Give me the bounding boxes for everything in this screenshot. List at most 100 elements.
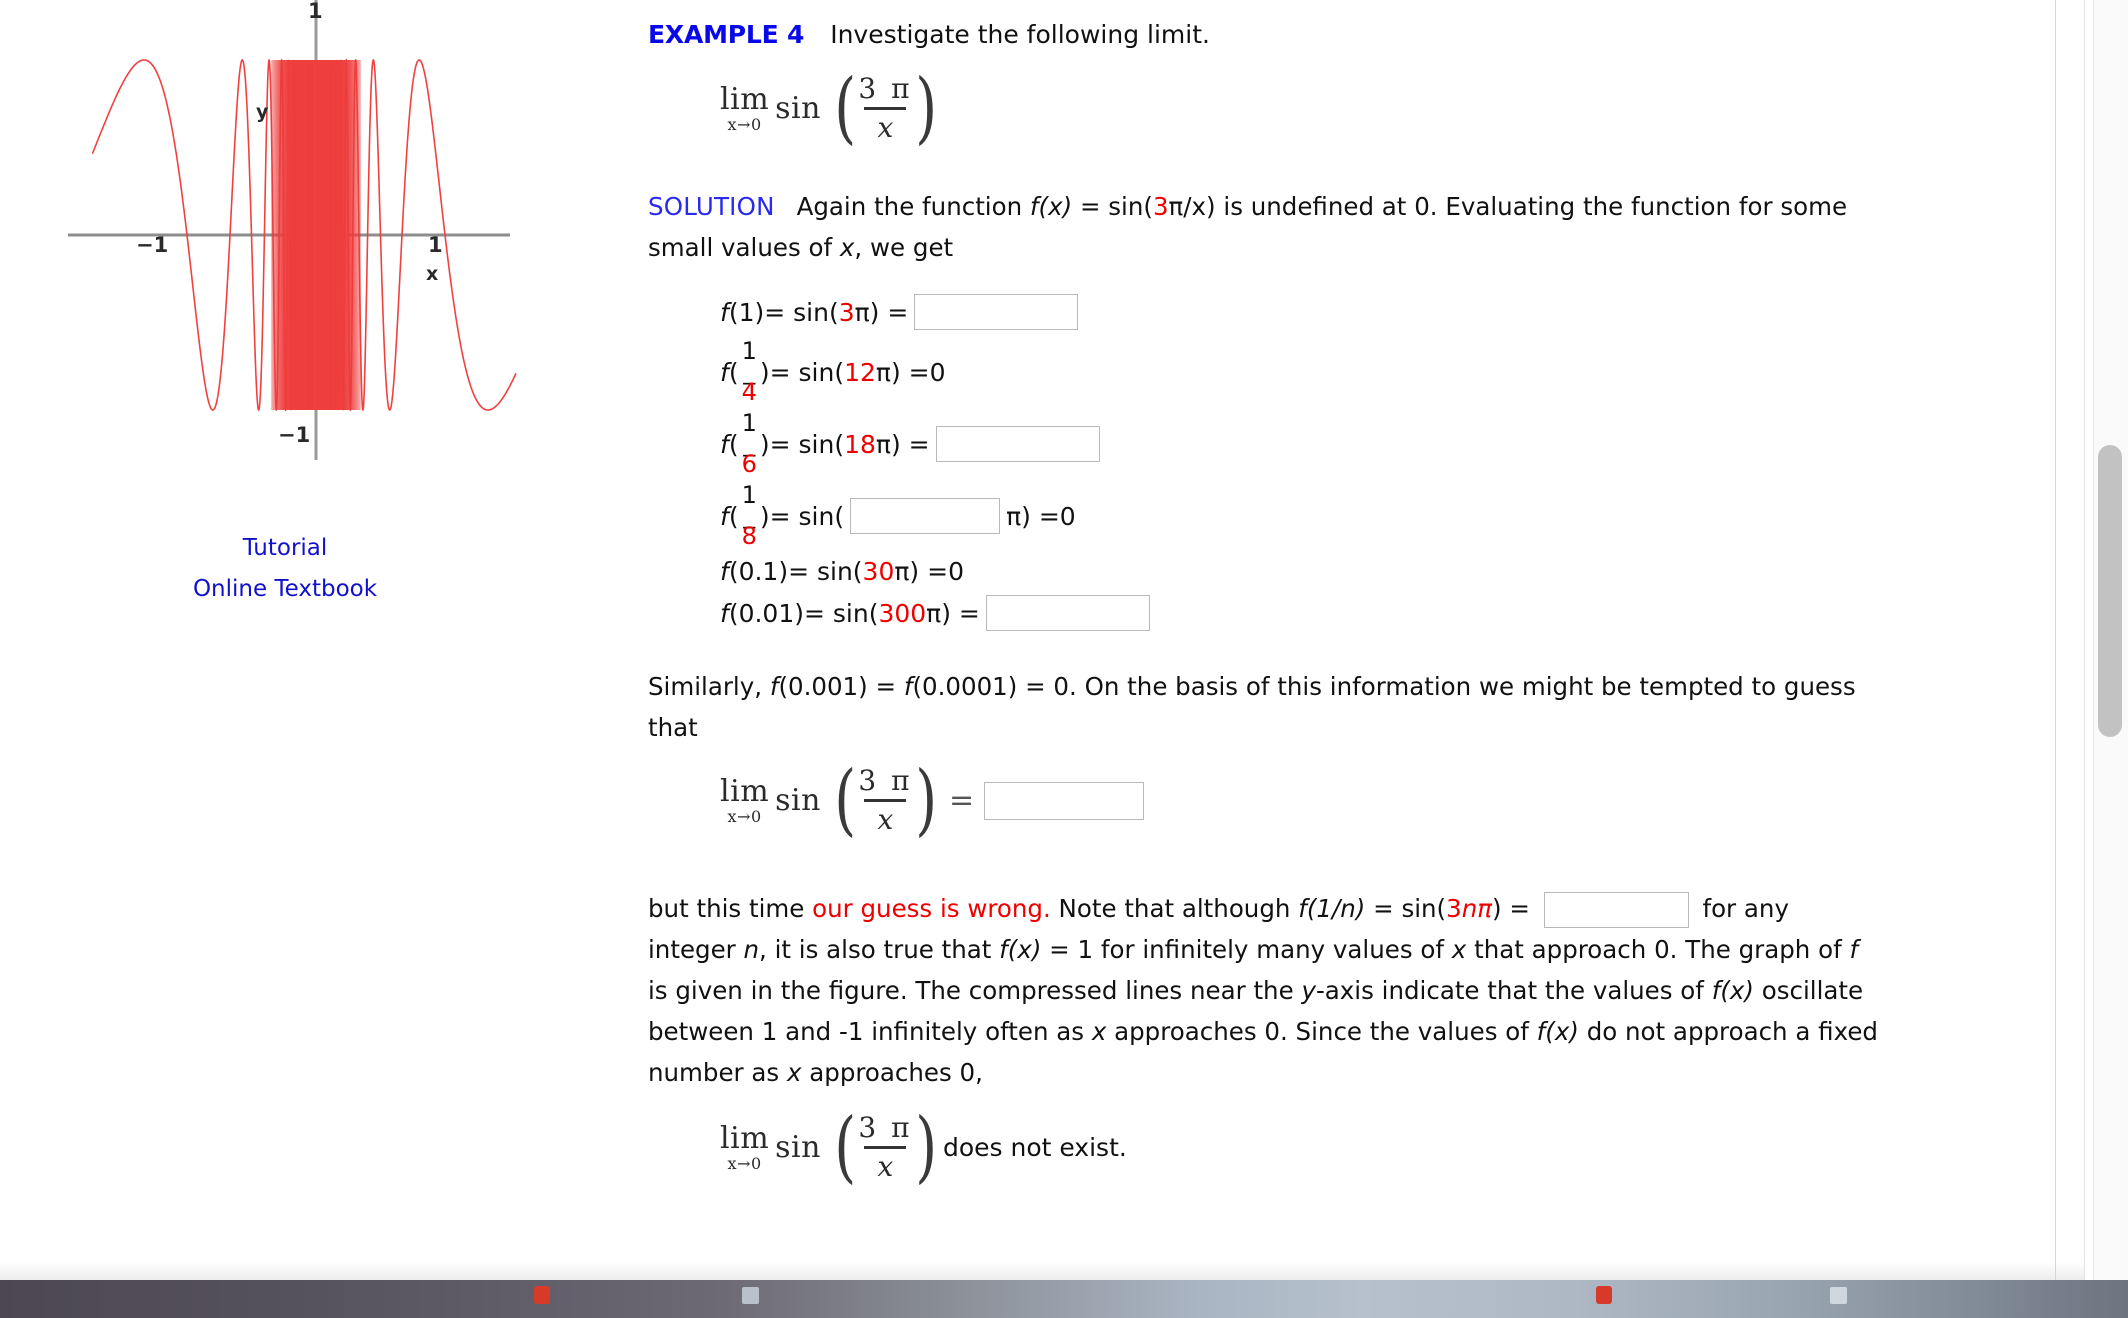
solution-x-italic: x	[839, 233, 855, 262]
lim-symbol: lim	[720, 81, 770, 117]
fraction-denominator: x	[877, 111, 894, 144]
eval-pi-close: π) =	[875, 429, 930, 459]
text-column: EXAMPLE 4 Investigate the following limit…	[648, 0, 1978, 1192]
solution-text-b: = sin(	[1072, 192, 1153, 221]
solution-red-three: 3	[1152, 192, 1169, 221]
fraction-bar	[864, 799, 907, 802]
solution-text-a: Again the function	[796, 192, 1030, 221]
taskbar-app-icon-1[interactable]	[534, 1286, 550, 1304]
paren-close-icon: )	[914, 62, 937, 153]
fraction-denominator: 4	[741, 377, 757, 406]
eval-row-f001: f (0.01) = sin(300 π) =	[720, 590, 1978, 636]
similarly-paragraph: Similarly, f(0.001) = f(0.0001) = 0. On …	[648, 666, 1868, 748]
wrong-fx2: f(x)	[999, 935, 1042, 964]
paren-open-icon: (	[834, 754, 857, 845]
page-edge-line	[2084, 0, 2085, 1280]
x-axis-label: x	[426, 263, 438, 285]
page-bottom-shadow	[0, 1262, 2085, 1280]
wrong-f1-value: (1/n)	[1306, 894, 1366, 923]
wrong-f-italic: f	[1849, 935, 1859, 964]
eval-f-symbol: f	[720, 357, 729, 387]
wrong-text-a: but this time	[648, 894, 813, 923]
wrong-n-italic: n	[743, 935, 760, 964]
y-axis-label: y	[256, 101, 269, 123]
figure-links: Tutorial Online Textbook	[0, 528, 570, 610]
eval-result: 0	[948, 556, 964, 586]
fraction-3pi-over-x: 3 π x	[858, 766, 912, 835]
document-page: −1 1 −1 1 x y Tutorial Online Textbook E…	[0, 0, 2128, 1280]
eval-coefficient: 18	[844, 429, 876, 459]
wrong-x3: x	[786, 1058, 802, 1087]
fraction-numerator: 3 π	[858, 1111, 913, 1144]
x-tick-label-neg1: −1	[136, 233, 168, 257]
eval-mid: = sin(	[803, 598, 879, 628]
fraction-bar	[864, 1146, 907, 1149]
eval-arg: (0.01)	[728, 598, 804, 628]
limit-expression-1: lim x→0 sin ( 3 π x )	[720, 62, 1978, 178]
taskbar-app-icon-2[interactable]	[742, 1287, 759, 1304]
example-prompt: Investigate the following limit.	[830, 20, 1210, 49]
wrong-red-three: 3	[1446, 894, 1462, 923]
fraction-1-over-4: 1 _ 4	[742, 339, 757, 404]
paren-close-icon: )	[914, 1101, 937, 1192]
eval-pi-close: π) =	[926, 598, 980, 628]
wrong-n-pi: nπ	[1461, 894, 1492, 923]
wrong-fx3: f(x)	[1711, 976, 1754, 1005]
lim-subscript: x→0	[727, 806, 762, 826]
answer-input-f001[interactable]	[985, 595, 1150, 631]
wrong-guess-paragraph: but this time our guess is wrong. Note t…	[648, 888, 1878, 1093]
eval-mid: = sin(	[769, 501, 845, 531]
paren-open-icon: (	[834, 1101, 857, 1192]
vertical-scrollbar-thumb[interactable]	[2098, 445, 2122, 737]
answer-input-limit-guess[interactable]	[984, 781, 1145, 820]
paren-open-icon: (	[834, 62, 857, 153]
eval-arg: (0.1)	[728, 556, 789, 586]
lim-symbol: lim	[720, 773, 770, 809]
solution-fx: f(x)	[1029, 192, 1073, 221]
wrong-text-h: that approach 0. The graph of	[1466, 935, 1850, 964]
taskbar-app-icon-3[interactable]	[1596, 1286, 1612, 1304]
wrong-text-c: = sin(	[1365, 894, 1447, 923]
wrong-text-g: = 1 for infinitely many values of	[1041, 935, 1452, 964]
eval-row-f1: f (1) = sin(3 π) =	[720, 288, 1978, 336]
eval-result: 0	[929, 357, 946, 387]
fraction-denominator: x	[877, 803, 894, 836]
answer-input-coefficient-f1over8[interactable]	[850, 498, 1001, 534]
answer-input-f1[interactable]	[914, 294, 1079, 330]
fraction-denominator: 8	[741, 521, 757, 550]
eval-coefficient: 30	[862, 556, 895, 586]
solution-paragraph: SOLUTION Again the function f(x) = sin(3π…	[648, 186, 1868, 268]
wrong-text-b: Note that although	[1050, 894, 1299, 923]
wrong-x1: x	[1451, 935, 1467, 964]
eval-f-symbol: f	[720, 501, 729, 531]
wrong-y-italic: y	[1301, 976, 1316, 1005]
taskbar-app-icon-4[interactable]	[1830, 1287, 1847, 1304]
answer-input-f1overn[interactable]	[1543, 892, 1689, 928]
example-heading: EXAMPLE 4 Investigate the following limit…	[648, 0, 1978, 52]
eval-pi-close: π) =	[875, 357, 930, 387]
y-tick-label-neg1: −1	[278, 423, 310, 447]
wrong-text-j: -axis indicate that the values of	[1315, 976, 1712, 1005]
answer-input-f1over6[interactable]	[935, 426, 1100, 462]
wrong-text-i: is given in the figure. The compressed l…	[648, 976, 1302, 1005]
eval-coefficient: 12	[844, 357, 876, 387]
limit-expression-2: lim x→0 sin ( 3 π x ) =	[720, 754, 1978, 870]
oscillation-band	[270, 60, 362, 410]
tutorial-link[interactable]: Tutorial	[0, 528, 570, 569]
y-tick-label-1: 1	[308, 0, 323, 23]
wrong-text-l: approaches 0. Since the values of	[1106, 1017, 1537, 1046]
eval-row-f1over4: f( 1 _ 4 ) = sin(12 π) = 0	[720, 336, 946, 406]
wrong-text-f: , it is also true that	[759, 935, 1000, 964]
eval-f-symbol: f	[720, 297, 729, 327]
paren-close-icon: )	[914, 754, 937, 845]
fraction-numerator: 3 π	[858, 72, 913, 105]
wrong-x2: x	[1091, 1017, 1107, 1046]
does-not-exist-text: does not exist.	[942, 1133, 1127, 1162]
eval-f-symbol: f	[720, 598, 729, 628]
solution-text-d: , we get	[854, 233, 954, 262]
lim-symbol: lim	[720, 1120, 770, 1156]
similarly-f1-value: (0.001)	[778, 672, 868, 701]
online-textbook-link[interactable]: Online Textbook	[0, 569, 570, 610]
fraction-bar	[864, 107, 907, 110]
wrong-text-d: ) =	[1491, 894, 1538, 923]
